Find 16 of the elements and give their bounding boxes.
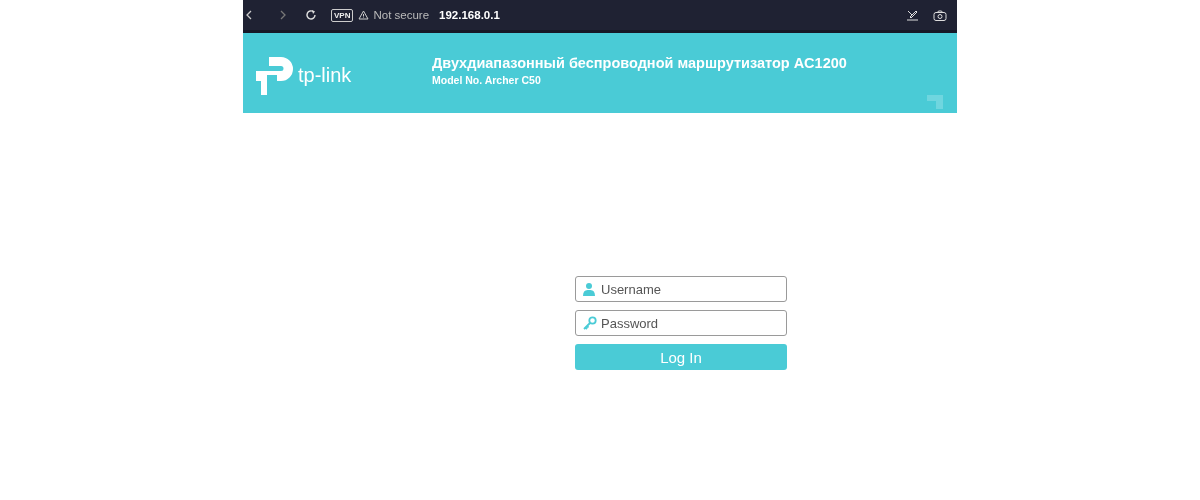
corner-icon [927,95,943,109]
camera-icon[interactable] [933,9,947,21]
forward-icon[interactable] [279,10,287,20]
password-field[interactable]: Password [575,310,787,336]
security-label[interactable]: Not secure [373,9,430,21]
product-title: Двухдиапазонный беспроводной маршрутизатор AC1200 [432,54,847,71]
reload-icon[interactable] [305,9,317,21]
address-text[interactable]: 192.168.0.1 [439,9,500,21]
logo-text: tp-link [298,64,352,87]
back-icon[interactable] [245,10,253,20]
edit-icon[interactable] [906,9,919,21]
warning-icon [358,10,370,20]
logo-icon [255,55,295,97]
username-field[interactable]: Username [575,276,787,302]
model-number: Model No. Archer C50 [432,73,542,86]
vpn-badge[interactable]: VPN [331,8,354,22]
